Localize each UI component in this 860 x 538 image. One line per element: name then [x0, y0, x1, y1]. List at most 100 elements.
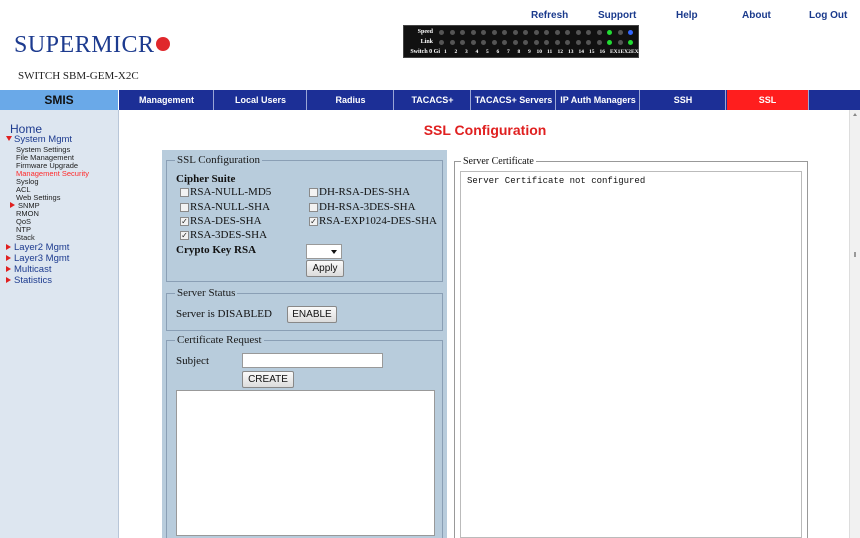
server-certificate-text: Server Certificate not configured	[467, 176, 646, 186]
sidebar-layer2-label: Layer2 Mgmt	[14, 242, 70, 253]
create-button[interactable]: CREATE	[242, 371, 294, 388]
speed-led-port-EX1	[607, 30, 612, 35]
tab-ip-auth-managers[interactable]: IP Auth Managers	[557, 90, 640, 110]
speed-led-port-4	[470, 30, 476, 35]
port-number-9: 9	[528, 49, 531, 55]
header: Refresh Support Help About Log Out SUPER…	[0, 0, 860, 90]
collapsed-arrow-icon	[10, 202, 15, 208]
collapsed-arrow-icon	[6, 255, 11, 261]
switch-port-panel: Speed Link Switch 0 Gi 1 2 3 4 5 6 7 8 9 10 11 12 13…	[403, 25, 641, 58]
link-led-port-EX2	[617, 40, 623, 45]
collapsed-arrow-icon	[6, 277, 11, 283]
port-number-3: 3	[465, 49, 468, 55]
speed-label: Speed	[417, 29, 433, 35]
speed-led-port-13	[565, 30, 570, 35]
tab-tacacs-servers[interactable]: TACACS+ Servers	[472, 90, 556, 110]
port-number-EX1: EX1	[610, 49, 621, 55]
speed-led-port-5	[481, 30, 486, 35]
logout-link[interactable]: Log Out	[809, 10, 847, 21]
cert-request-output[interactable]	[176, 390, 435, 536]
crypto-key-select[interactable]	[306, 244, 342, 259]
switch-label: Switch 0 Gi	[410, 49, 440, 55]
cipher-checkbox[interactable]: ✓	[180, 231, 189, 240]
cipher-checkbox[interactable]	[309, 203, 318, 212]
port-number-16: 16	[599, 49, 606, 55]
speed-led-port-9	[523, 30, 528, 35]
link-led-port-15	[586, 40, 591, 45]
link-led-port-8	[512, 40, 518, 45]
link-led-port-3	[460, 40, 465, 45]
apply-button[interactable]: Apply	[306, 260, 344, 277]
sidebar-layer2-mgmt[interactable]: Layer2 Mgmt	[6, 242, 69, 253]
sidebar-statistics-label: Statistics	[14, 275, 53, 286]
link-label: Link	[420, 39, 433, 45]
cipher-checkbox[interactable]	[180, 203, 189, 212]
collapsed-arrow-icon	[6, 244, 11, 250]
scroll-grip-icon	[854, 252, 856, 257]
about-link[interactable]: About	[742, 10, 771, 21]
cipher-checkbox[interactable]: ✓	[180, 217, 189, 226]
speed-led-port-8	[512, 30, 518, 35]
port-number-5: 5	[486, 49, 489, 55]
subject-input[interactable]	[242, 353, 383, 368]
cipher-label: RSA-DES-SHA	[190, 215, 262, 227]
tab-radius[interactable]: Radius	[308, 90, 394, 110]
cert-request-legend: Certificate Request	[177, 334, 262, 346]
logo-text: SUPERMICR	[14, 32, 155, 58]
top-links: Refresh Support Help About Log Out	[0, 10, 860, 24]
port-number-2: 2	[454, 49, 458, 55]
ssl-config-legend: SSL Configuration	[177, 154, 261, 166]
refresh-link[interactable]: Refresh	[531, 10, 568, 21]
link-led-port-14	[575, 40, 581, 45]
speed-led-port-7	[502, 30, 507, 35]
sidebar: Home System Mgmt System Settings File Ma…	[0, 110, 119, 538]
speed-led-port-11	[544, 30, 549, 35]
cipher-label: RSA-3DES-SHA	[190, 229, 268, 241]
tab-tacacs[interactable]: TACACS+	[395, 90, 471, 110]
speed-led-port-6	[491, 30, 497, 35]
port-number-7: 7	[507, 49, 510, 55]
port-numbers-row: Switch 0 Gi 1 2 3 4 5 6 7 8 9 10 11 12 13 14 15 16 EX1 EX…	[404, 47, 641, 57]
link-led-port-EX1	[607, 40, 612, 45]
vertical-scrollbar[interactable]	[849, 110, 860, 538]
link-led-port-2	[449, 40, 455, 45]
switch-model: SWITCH SBM-GEM-X2C	[18, 70, 139, 82]
port-number-14: 14	[578, 49, 585, 55]
speed-led-port-EX2	[617, 30, 623, 35]
supermicro-logo: SUPERMICR	[14, 32, 170, 59]
subject-label: Subject	[176, 355, 209, 367]
link-led-port-13	[565, 40, 570, 45]
cipher-label: RSA-NULL-SHA	[190, 201, 271, 213]
cipher-checkbox[interactable]: ✓	[309, 217, 318, 226]
link-led-port-4	[470, 40, 476, 45]
tab-local-users[interactable]: Local Users	[215, 90, 307, 110]
server-certificate-box[interactable]: Server Certificate not configured	[460, 171, 802, 538]
enable-button[interactable]: ENABLE	[287, 306, 337, 323]
tab-ssh[interactable]: SSH	[641, 90, 726, 110]
sidebar-item-stack[interactable]: Stack	[16, 233, 35, 242]
sidebar-multicast[interactable]: Multicast	[6, 264, 51, 275]
support-link[interactable]: Support	[598, 10, 636, 21]
port-number-4: 4	[475, 49, 479, 55]
crypto-key-label: Crypto Key RSA	[176, 244, 257, 256]
tab-ssl[interactable]: SSL	[727, 90, 809, 110]
cipher-suite-label: Cipher Suite	[176, 173, 236, 185]
collapsed-arrow-icon	[6, 266, 11, 272]
link-led-port-10	[533, 40, 539, 45]
server-status-legend: Server Status	[177, 287, 236, 299]
link-led-port-12	[554, 40, 560, 45]
tab-management-security[interactable]: Management Security	[120, 90, 214, 125]
chevron-down-icon	[331, 250, 337, 254]
scroll-up-icon[interactable]	[853, 113, 857, 116]
sidebar-layer3-label: Layer3 Mgmt	[14, 253, 70, 264]
sidebar-system-mgmt-label: System Mgmt	[14, 134, 73, 145]
sidebar-system-mgmt[interactable]: System Mgmt	[6, 134, 72, 145]
cipher-label: RSA-NULL-MD5	[190, 186, 272, 198]
sidebar-statistics[interactable]: Statistics	[6, 275, 52, 286]
cipher-checkbox[interactable]	[180, 188, 189, 197]
sidebar-layer3-mgmt[interactable]: Layer3 Mgmt	[6, 253, 69, 264]
help-link[interactable]: Help	[676, 10, 698, 21]
port-number-12: 12	[557, 49, 564, 55]
link-led-port-1	[439, 40, 444, 45]
cipher-checkbox[interactable]	[309, 188, 318, 197]
